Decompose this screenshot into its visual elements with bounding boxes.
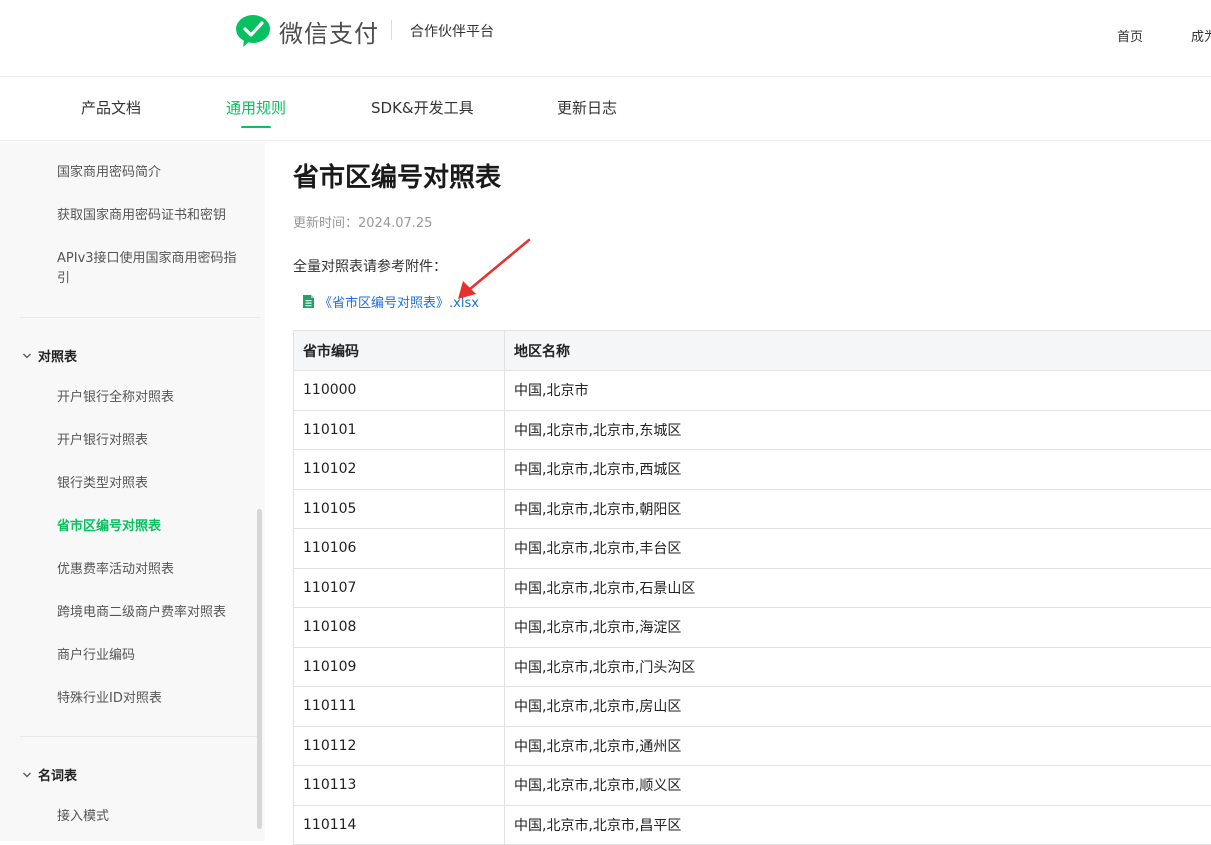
attachment[interactable]: 《省市区编号对照表》.xlsx: [303, 292, 479, 311]
table-row: 110114中国,北京市,北京市,昌平区: [294, 805, 1211, 845]
chevron-down-icon: [22, 351, 32, 361]
cell-code: 110113: [294, 766, 505, 806]
table-row: 110102中国,北京市,北京市,西城区: [294, 450, 1211, 490]
sidebar-item-industry-code[interactable]: 商户行业编码: [57, 646, 247, 666]
sidebar-divider: [20, 317, 260, 318]
table-row: 110111中国,北京市,北京市,房山区: [294, 687, 1211, 727]
top-nav-become[interactable]: 成为: [1191, 26, 1211, 45]
cell-region: 中国,北京市,北京市,朝阳区: [505, 489, 1211, 529]
active-tab-underline: [241, 126, 271, 128]
region-code-table-wrap: 省市编码 地区名称 110000中国,北京市110101中国,北京市,北京市,东…: [293, 330, 1211, 845]
cell-region: 中国,北京市,北京市,石景山区: [505, 568, 1211, 608]
table-row: 110105中国,北京市,北京市,朝阳区: [294, 489, 1211, 529]
cell-region: 中国,北京市,北京市,通州区: [505, 726, 1211, 766]
table-row: 110113中国,北京市,北京市,顺义区: [294, 766, 1211, 806]
chevron-down-icon: [22, 770, 32, 780]
sidebar-item-crossborder-rate[interactable]: 跨境电商二级商户费率对照表: [57, 603, 247, 623]
sidebar-item-bank-type[interactable]: 银行类型对照表: [57, 474, 247, 494]
table-row: 110000中国,北京市: [294, 371, 1211, 411]
sidebar-item-bank[interactable]: 开户银行对照表: [57, 431, 247, 451]
partner-platform-title: 合作伙伴平台: [410, 21, 494, 41]
sidebar: 国家商用密码简介 获取国家商用密码证书和密钥 APIv3接口使用国家商用密码指引…: [0, 142, 265, 841]
logo-divider: [391, 20, 392, 40]
main-content: 省市区编号对照表 更新时间：2024.07.25 全量对照表请参考附件： 《省市…: [265, 142, 1211, 841]
wechat-pay-logo-icon: [235, 14, 271, 48]
sidebar-item-bank-fullname[interactable]: 开户银行全称对照表: [57, 388, 247, 408]
cell-region: 中国,北京市,北京市,门头沟区: [505, 647, 1211, 687]
sidebar-group-glossary[interactable]: 名词表: [22, 765, 77, 784]
sub-nav: 产品文档 通用规则 SDK&开发工具 更新日志: [0, 78, 1211, 141]
xlsx-file-icon: [303, 295, 314, 308]
attachment-intro: 全量对照表请参考附件：: [293, 256, 447, 276]
table-header-row: 省市编码 地区名称: [294, 331, 1211, 371]
cell-code: 110000: [294, 371, 505, 411]
column-header-region: 地区名称: [505, 331, 1211, 371]
sidebar-group-mapping[interactable]: 对照表: [22, 346, 77, 365]
cell-code: 110109: [294, 647, 505, 687]
cell-code: 110105: [294, 489, 505, 529]
cell-region: 中国,北京市: [505, 371, 1211, 411]
region-code-table: 省市编码 地区名称 110000中国,北京市110101中国,北京市,北京市,东…: [293, 330, 1211, 845]
update-time: 更新时间：2024.07.25: [293, 212, 432, 231]
cell-region: 中国,北京市,北京市,房山区: [505, 687, 1211, 727]
cell-code: 110111: [294, 687, 505, 727]
sidebar-item-apiv3-sm[interactable]: APIv3接口使用国家商用密码指引: [57, 249, 247, 289]
attachment-link[interactable]: 《省市区编号对照表》.xlsx: [319, 292, 479, 311]
sidebar-scrollbar[interactable]: [257, 509, 262, 829]
sidebar-item-access-mode[interactable]: 接入模式: [57, 807, 247, 827]
cell-region: 中国,北京市,北京市,东城区: [505, 410, 1211, 450]
table-row: 110106中国,北京市,北京市,丰台区: [294, 529, 1211, 569]
tab-product-docs[interactable]: 产品文档: [81, 97, 141, 141]
table-row: 110107中国,北京市,北京市,石景山区: [294, 568, 1211, 608]
cell-region: 中国,北京市,北京市,西城区: [505, 450, 1211, 490]
cell-code: 110107: [294, 568, 505, 608]
tab-general-rules[interactable]: 通用规则: [226, 97, 286, 141]
column-header-code: 省市编码: [294, 331, 505, 371]
sidebar-item-sm-cert[interactable]: 获取国家商用密码证书和密钥: [57, 206, 247, 226]
sidebar-item-region-code[interactable]: 省市区编号对照表: [57, 517, 247, 537]
sidebar-divider: [20, 736, 260, 737]
tab-sdk-tools[interactable]: SDK&开发工具: [371, 97, 474, 141]
cell-code: 110101: [294, 410, 505, 450]
top-nav-home[interactable]: 首页: [1117, 26, 1143, 45]
table-row: 110108中国,北京市,北京市,海淀区: [294, 608, 1211, 648]
top-header: 微信支付 合作伙伴平台 首页 成为: [0, 0, 1211, 77]
cell-code: 110114: [294, 805, 505, 845]
cell-code: 110106: [294, 529, 505, 569]
table-row: 110112中国,北京市,北京市,通州区: [294, 726, 1211, 766]
sidebar-item-sm-intro[interactable]: 国家商用密码简介: [57, 163, 247, 183]
table-row: 110109中国,北京市,北京市,门头沟区: [294, 647, 1211, 687]
cell-code: 110102: [294, 450, 505, 490]
cell-code: 110108: [294, 608, 505, 648]
tab-changelog[interactable]: 更新日志: [557, 97, 617, 141]
page-title: 省市区编号对照表: [293, 157, 501, 194]
sidebar-item-discount-rate[interactable]: 优惠费率活动对照表: [57, 560, 247, 580]
brand-name: 微信支付: [279, 14, 379, 49]
cell-region: 中国,北京市,北京市,海淀区: [505, 608, 1211, 648]
cell-region: 中国,北京市,北京市,顺义区: [505, 766, 1211, 806]
cell-region: 中国,北京市,北京市,丰台区: [505, 529, 1211, 569]
cell-code: 110112: [294, 726, 505, 766]
wechat-pay-logo[interactable]: 微信支付: [235, 14, 379, 48]
table-row: 110101中国,北京市,北京市,东城区: [294, 410, 1211, 450]
sidebar-item-special-industry[interactable]: 特殊行业ID对照表: [57, 689, 247, 709]
cell-region: 中国,北京市,北京市,昌平区: [505, 805, 1211, 845]
